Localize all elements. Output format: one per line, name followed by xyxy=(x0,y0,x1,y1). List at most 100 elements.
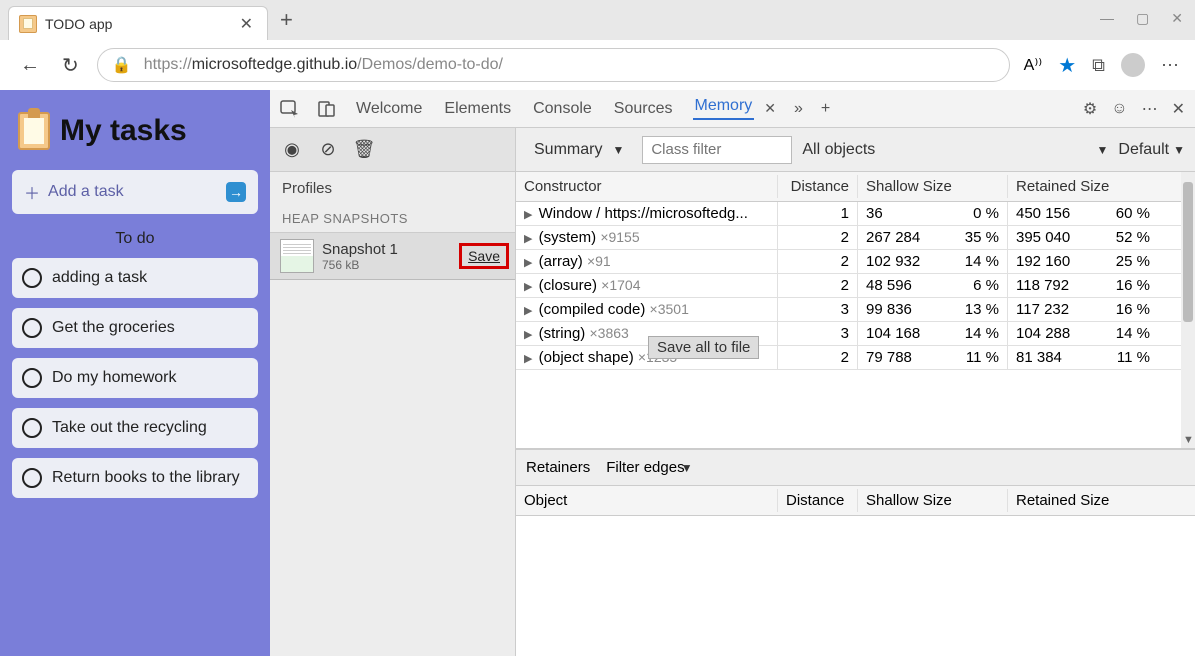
snapshot-size: 756 kB xyxy=(322,258,398,272)
chevron-down-icon: ▼ xyxy=(1173,143,1185,157)
devtools-tab-sources[interactable]: Sources xyxy=(612,100,675,118)
chevron-down-icon: ▼ xyxy=(681,461,693,475)
address-bar: ← ↻ 🔒 https:// microsoftedge.github.io /… xyxy=(0,40,1195,90)
profiles-toolbar: ◉ ⊘ 🗑 xyxy=(270,128,515,172)
task-text: adding a task xyxy=(52,269,147,287)
url-host: microsoftedge.github.io xyxy=(192,56,357,74)
tab-close-icon[interactable]: ✕ xyxy=(764,100,776,117)
filter-bar: Summary ▼ All objects ▼ Default ▼ xyxy=(516,128,1195,172)
col-constructor[interactable]: Constructor xyxy=(516,175,778,198)
tab-bar: TODO app ✕ + xyxy=(0,0,1195,40)
expand-icon[interactable]: ▶ xyxy=(524,281,532,293)
retainers-header: Object Distance Shallow Size Retained Si… xyxy=(516,486,1195,516)
devtools-tab-console[interactable]: Console xyxy=(531,100,594,118)
scroll-down-icon[interactable]: ▼ xyxy=(1183,434,1194,446)
rcol-shallow[interactable]: Shallow Size xyxy=(858,489,1008,512)
task-item[interactable]: Return books to the library xyxy=(12,458,258,498)
devtools-body: ◉ ⊘ 🗑 Profiles HEAP SNAPSHOTS Snapshot 1… xyxy=(270,128,1195,656)
scrollbar[interactable]: ▼ xyxy=(1181,172,1195,448)
delete-icon[interactable]: 🗑 xyxy=(354,140,374,160)
device-toggle-icon[interactable] xyxy=(318,100,336,118)
rcol-object[interactable]: Object xyxy=(516,489,778,512)
col-shallow[interactable]: Shallow Size xyxy=(858,175,1008,198)
collections-icon[interactable]: ⧉ xyxy=(1092,55,1105,76)
url-prefix: https:// xyxy=(144,56,192,74)
col-retained[interactable]: Retained Size xyxy=(1008,175,1158,198)
clear-icon[interactable]: ⊘ xyxy=(318,140,338,160)
scroll-thumb[interactable] xyxy=(1183,182,1193,322)
record-icon[interactable]: ◉ xyxy=(282,140,302,160)
plus-icon: ＋ xyxy=(24,180,40,204)
refresh-icon[interactable]: ↻ xyxy=(58,49,83,82)
expand-icon[interactable]: ▶ xyxy=(524,353,532,365)
more-icon[interactable]: ⋯ xyxy=(1142,99,1158,119)
grid-row[interactable]: ▶ (compiled code) ×3501399 83613 %117 23… xyxy=(516,298,1195,322)
task-item[interactable]: Do my homework xyxy=(12,358,258,398)
devtools-tab-memory[interactable]: Memory xyxy=(693,97,755,120)
checkbox-icon[interactable] xyxy=(22,318,42,338)
summary-dropdown[interactable]: Summary ▼ xyxy=(526,137,632,163)
grid-row[interactable]: ▶ (system) ×91552267 28435 %395 04052 % xyxy=(516,226,1195,250)
rcol-distance[interactable]: Distance xyxy=(778,489,858,512)
retainers-label[interactable]: Retainers xyxy=(526,459,590,476)
expand-icon[interactable]: ▶ xyxy=(524,209,532,221)
more-icon[interactable]: ⋯ xyxy=(1161,55,1179,76)
maximize-icon[interactable]: ▢ xyxy=(1136,10,1149,27)
grid-row[interactable]: ▶ (array) ×912102 93214 %192 16025 % xyxy=(516,250,1195,274)
rcol-retained[interactable]: Retained Size xyxy=(1008,489,1158,512)
devtools-tab-welcome[interactable]: Welcome xyxy=(354,100,424,118)
col-distance[interactable]: Distance xyxy=(778,175,858,198)
all-objects-dropdown[interactable]: All objects xyxy=(802,141,1086,159)
snapshot-item[interactable]: Snapshot 1 756 kB Save xyxy=(270,232,515,280)
checkbox-icon[interactable] xyxy=(22,418,42,438)
devtools-tab-bar: Welcome Elements Console Sources Memory … xyxy=(270,90,1195,128)
default-dropdown[interactable]: Default ▼ xyxy=(1118,141,1185,159)
snapshot-name: Snapshot 1 xyxy=(322,241,398,258)
expand-icon[interactable]: ▶ xyxy=(524,305,532,317)
tab-close-icon[interactable]: ✕ xyxy=(236,14,257,34)
add-task-button[interactable]: ＋ Add a task → xyxy=(12,170,258,214)
task-item[interactable]: Get the groceries xyxy=(12,308,258,348)
tabs-overflow-icon[interactable]: » xyxy=(794,100,803,118)
submit-arrow-icon[interactable]: → xyxy=(226,182,246,202)
task-item[interactable]: adding a task xyxy=(12,258,258,298)
filter-edges-dropdown[interactable]: Filter edges ▼ xyxy=(606,459,692,476)
settings-icon[interactable]: ⚙ xyxy=(1083,99,1097,119)
clipboard-icon xyxy=(18,112,50,150)
chevron-down-icon: ▼ xyxy=(612,143,624,157)
task-text: Take out the recycling xyxy=(52,419,207,437)
grid-header: Constructor Distance Shallow Size Retain… xyxy=(516,172,1195,202)
grid-row[interactable]: ▶ (object shape) ×1235279 78811 %81 3841… xyxy=(516,346,1195,370)
task-item[interactable]: Take out the recycling xyxy=(12,408,258,448)
close-window-icon[interactable]: ✕ xyxy=(1171,10,1183,27)
inspect-icon[interactable] xyxy=(280,100,300,118)
favorite-icon[interactable]: ★ xyxy=(1058,53,1076,78)
devtools-tab-elements[interactable]: Elements xyxy=(442,100,513,118)
new-tab-icon[interactable]: + xyxy=(280,7,293,33)
app-title-row: My tasks xyxy=(18,112,252,150)
url-box[interactable]: 🔒 https:// microsoftedge.github.io /Demo… xyxy=(97,48,1010,82)
grid-row[interactable]: ▶ Window / https://microsoftedg... 1360 … xyxy=(516,202,1195,226)
back-icon[interactable]: ← xyxy=(16,50,44,81)
expand-icon[interactable]: ▶ xyxy=(524,257,532,269)
default-label: Default xyxy=(1118,141,1169,159)
save-button[interactable]: Save xyxy=(459,243,509,269)
checkbox-icon[interactable] xyxy=(22,468,42,488)
app-title: My tasks xyxy=(60,114,187,148)
close-devtools-icon[interactable]: ✕ xyxy=(1172,99,1185,119)
expand-icon[interactable]: ▶ xyxy=(524,329,532,341)
checkbox-icon[interactable] xyxy=(22,268,42,288)
checkbox-icon[interactable] xyxy=(22,368,42,388)
profile-icon[interactable] xyxy=(1121,53,1145,77)
chevron-down-icon: ▼ xyxy=(1097,143,1109,157)
class-filter-input[interactable] xyxy=(642,136,792,164)
grid-row[interactable]: ▶ (string) ×38633104 16814 %104 28814 % xyxy=(516,322,1195,346)
read-aloud-icon[interactable]: A⁾⁾ xyxy=(1024,55,1043,75)
expand-icon[interactable]: ▶ xyxy=(524,233,532,245)
add-task-label: Add a task xyxy=(48,183,124,201)
grid-row[interactable]: ▶ (closure) ×1704248 5966 %118 79216 % xyxy=(516,274,1195,298)
add-tab-icon[interactable]: + xyxy=(821,100,830,118)
browser-tab[interactable]: TODO app ✕ xyxy=(8,6,268,40)
minimize-icon[interactable]: — xyxy=(1100,10,1114,27)
feedback-icon[interactable]: ☺ xyxy=(1111,100,1127,118)
